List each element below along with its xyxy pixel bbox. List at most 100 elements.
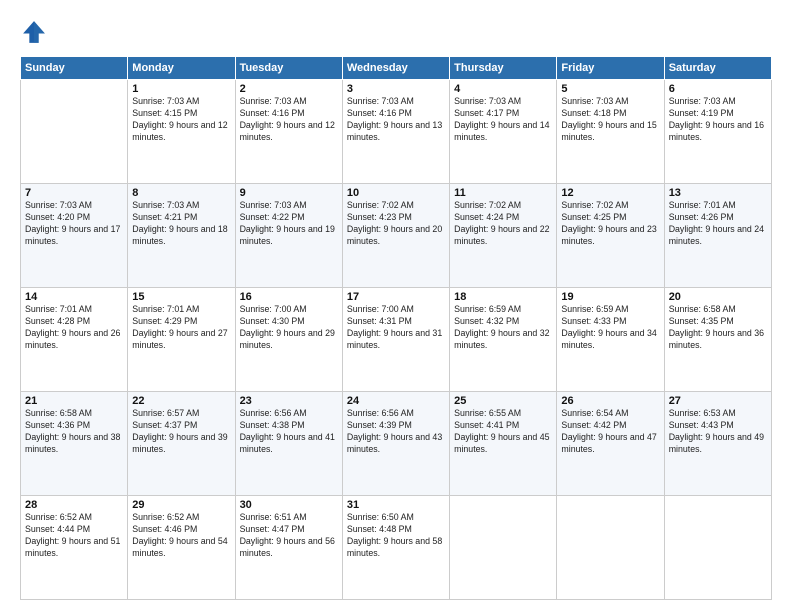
calendar-page: Sunday Monday Tuesday Wednesday Thursday…	[0, 0, 792, 612]
day-number: 17	[347, 291, 445, 303]
day-cell: 19 Sunrise: 6:59 AMSunset: 4:33 PMDaylig…	[557, 288, 664, 392]
day-cell: 9 Sunrise: 7:03 AMSunset: 4:22 PMDayligh…	[235, 184, 342, 288]
col-friday: Friday	[557, 57, 664, 80]
day-info: Sunrise: 7:03 AMSunset: 4:19 PMDaylight:…	[669, 96, 767, 144]
week-row-4: 21 Sunrise: 6:58 AMSunset: 4:36 PMDaylig…	[21, 392, 772, 496]
day-cell: 13 Sunrise: 7:01 AMSunset: 4:26 PMDaylig…	[664, 184, 771, 288]
col-saturday: Saturday	[664, 57, 771, 80]
day-cell: 30 Sunrise: 6:51 AMSunset: 4:47 PMDaylig…	[235, 496, 342, 600]
col-monday: Monday	[128, 57, 235, 80]
week-row-5: 28 Sunrise: 6:52 AMSunset: 4:44 PMDaylig…	[21, 496, 772, 600]
day-info: Sunrise: 7:03 AMSunset: 4:20 PMDaylight:…	[25, 200, 123, 248]
day-number: 1	[132, 83, 230, 95]
day-number: 16	[240, 291, 338, 303]
day-info: Sunrise: 6:59 AMSunset: 4:33 PMDaylight:…	[561, 304, 659, 352]
day-number: 7	[25, 187, 123, 199]
day-info: Sunrise: 6:58 AMSunset: 4:36 PMDaylight:…	[25, 408, 123, 456]
day-info: Sunrise: 7:01 AMSunset: 4:29 PMDaylight:…	[132, 304, 230, 352]
day-number: 5	[561, 83, 659, 95]
day-number: 26	[561, 395, 659, 407]
day-number: 20	[669, 291, 767, 303]
day-info: Sunrise: 7:02 AMSunset: 4:24 PMDaylight:…	[454, 200, 552, 248]
week-row-1: 1 Sunrise: 7:03 AMSunset: 4:15 PMDayligh…	[21, 80, 772, 184]
logo	[20, 18, 52, 46]
day-cell: 26 Sunrise: 6:54 AMSunset: 4:42 PMDaylig…	[557, 392, 664, 496]
day-cell: 25 Sunrise: 6:55 AMSunset: 4:41 PMDaylig…	[450, 392, 557, 496]
day-cell: 22 Sunrise: 6:57 AMSunset: 4:37 PMDaylig…	[128, 392, 235, 496]
day-number: 21	[25, 395, 123, 407]
day-cell: 31 Sunrise: 6:50 AMSunset: 4:48 PMDaylig…	[342, 496, 449, 600]
day-cell: 24 Sunrise: 6:56 AMSunset: 4:39 PMDaylig…	[342, 392, 449, 496]
day-cell: 10 Sunrise: 7:02 AMSunset: 4:23 PMDaylig…	[342, 184, 449, 288]
day-cell: 3 Sunrise: 7:03 AMSunset: 4:16 PMDayligh…	[342, 80, 449, 184]
day-info: Sunrise: 7:03 AMSunset: 4:16 PMDaylight:…	[240, 96, 338, 144]
day-cell: 6 Sunrise: 7:03 AMSunset: 4:19 PMDayligh…	[664, 80, 771, 184]
week-row-3: 14 Sunrise: 7:01 AMSunset: 4:28 PMDaylig…	[21, 288, 772, 392]
col-wednesday: Wednesday	[342, 57, 449, 80]
day-number: 12	[561, 187, 659, 199]
day-number: 22	[132, 395, 230, 407]
day-number: 27	[669, 395, 767, 407]
day-number: 25	[454, 395, 552, 407]
day-cell: 1 Sunrise: 7:03 AMSunset: 4:15 PMDayligh…	[128, 80, 235, 184]
day-number: 14	[25, 291, 123, 303]
day-cell: 21 Sunrise: 6:58 AMSunset: 4:36 PMDaylig…	[21, 392, 128, 496]
day-info: Sunrise: 7:03 AMSunset: 4:15 PMDaylight:…	[132, 96, 230, 144]
day-cell: 2 Sunrise: 7:03 AMSunset: 4:16 PMDayligh…	[235, 80, 342, 184]
header	[20, 18, 772, 46]
day-info: Sunrise: 6:52 AMSunset: 4:46 PMDaylight:…	[132, 512, 230, 560]
day-number: 8	[132, 187, 230, 199]
day-number: 4	[454, 83, 552, 95]
day-info: Sunrise: 6:54 AMSunset: 4:42 PMDaylight:…	[561, 408, 659, 456]
day-number: 31	[347, 499, 445, 511]
day-info: Sunrise: 7:02 AMSunset: 4:23 PMDaylight:…	[347, 200, 445, 248]
day-number: 13	[669, 187, 767, 199]
day-number: 23	[240, 395, 338, 407]
logo-icon	[20, 18, 48, 46]
day-number: 29	[132, 499, 230, 511]
day-number: 6	[669, 83, 767, 95]
day-cell: 23 Sunrise: 6:56 AMSunset: 4:38 PMDaylig…	[235, 392, 342, 496]
day-cell: 8 Sunrise: 7:03 AMSunset: 4:21 PMDayligh…	[128, 184, 235, 288]
day-cell: 12 Sunrise: 7:02 AMSunset: 4:25 PMDaylig…	[557, 184, 664, 288]
day-cell: 18 Sunrise: 6:59 AMSunset: 4:32 PMDaylig…	[450, 288, 557, 392]
day-number: 18	[454, 291, 552, 303]
day-cell: 4 Sunrise: 7:03 AMSunset: 4:17 PMDayligh…	[450, 80, 557, 184]
day-cell: 11 Sunrise: 7:02 AMSunset: 4:24 PMDaylig…	[450, 184, 557, 288]
col-tuesday: Tuesday	[235, 57, 342, 80]
week-row-2: 7 Sunrise: 7:03 AMSunset: 4:20 PMDayligh…	[21, 184, 772, 288]
day-cell: 28 Sunrise: 6:52 AMSunset: 4:44 PMDaylig…	[21, 496, 128, 600]
day-cell: 29 Sunrise: 6:52 AMSunset: 4:46 PMDaylig…	[128, 496, 235, 600]
day-info: Sunrise: 6:55 AMSunset: 4:41 PMDaylight:…	[454, 408, 552, 456]
day-cell	[21, 80, 128, 184]
col-thursday: Thursday	[450, 57, 557, 80]
day-cell	[557, 496, 664, 600]
day-info: Sunrise: 7:01 AMSunset: 4:26 PMDaylight:…	[669, 200, 767, 248]
day-number: 24	[347, 395, 445, 407]
day-number: 19	[561, 291, 659, 303]
day-cell: 14 Sunrise: 7:01 AMSunset: 4:28 PMDaylig…	[21, 288, 128, 392]
day-info: Sunrise: 6:57 AMSunset: 4:37 PMDaylight:…	[132, 408, 230, 456]
day-number: 28	[25, 499, 123, 511]
day-info: Sunrise: 6:51 AMSunset: 4:47 PMDaylight:…	[240, 512, 338, 560]
day-cell	[450, 496, 557, 600]
header-row: Sunday Monday Tuesday Wednesday Thursday…	[21, 57, 772, 80]
day-number: 9	[240, 187, 338, 199]
day-cell: 16 Sunrise: 7:00 AMSunset: 4:30 PMDaylig…	[235, 288, 342, 392]
day-info: Sunrise: 7:03 AMSunset: 4:17 PMDaylight:…	[454, 96, 552, 144]
day-number: 10	[347, 187, 445, 199]
day-cell: 20 Sunrise: 6:58 AMSunset: 4:35 PMDaylig…	[664, 288, 771, 392]
day-cell: 7 Sunrise: 7:03 AMSunset: 4:20 PMDayligh…	[21, 184, 128, 288]
day-info: Sunrise: 6:56 AMSunset: 4:39 PMDaylight:…	[347, 408, 445, 456]
day-info: Sunrise: 7:01 AMSunset: 4:28 PMDaylight:…	[25, 304, 123, 352]
day-cell: 17 Sunrise: 7:00 AMSunset: 4:31 PMDaylig…	[342, 288, 449, 392]
day-number: 2	[240, 83, 338, 95]
day-info: Sunrise: 7:02 AMSunset: 4:25 PMDaylight:…	[561, 200, 659, 248]
day-info: Sunrise: 6:50 AMSunset: 4:48 PMDaylight:…	[347, 512, 445, 560]
day-info: Sunrise: 7:00 AMSunset: 4:30 PMDaylight:…	[240, 304, 338, 352]
day-info: Sunrise: 6:59 AMSunset: 4:32 PMDaylight:…	[454, 304, 552, 352]
day-info: Sunrise: 6:52 AMSunset: 4:44 PMDaylight:…	[25, 512, 123, 560]
day-info: Sunrise: 7:00 AMSunset: 4:31 PMDaylight:…	[347, 304, 445, 352]
day-number: 30	[240, 499, 338, 511]
day-cell: 5 Sunrise: 7:03 AMSunset: 4:18 PMDayligh…	[557, 80, 664, 184]
